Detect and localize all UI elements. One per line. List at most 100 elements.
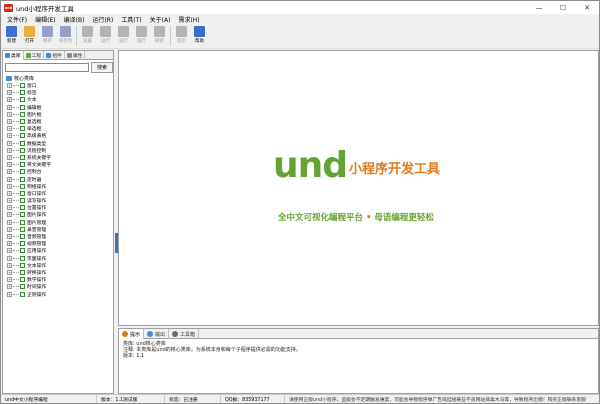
tree-item[interactable]: + 高级表格 [3,132,113,139]
tree-item[interactable]: + 读写操作 [3,197,113,204]
tree-item[interactable]: + 窗口操作 [3,190,113,197]
menu-build[interactable]: 编译(B) [60,15,89,24]
expand-toggle-icon[interactable]: + [7,226,12,232]
expand-toggle-icon[interactable]: + [7,90,12,96]
tree-item[interactable]: + 视频管理 [3,240,113,247]
expand-toggle-icon[interactable]: + [7,269,12,275]
tree-item[interactable]: + 页面操作 [3,255,113,262]
tree-item[interactable]: + 音频管理 [3,233,113,240]
left-panel-tabs: 类库 工程 组件 属性 [3,51,113,60]
tree-item[interactable]: + 窗口 [3,82,113,89]
expand-toggle-icon[interactable]: + [7,248,12,254]
tree-item[interactable]: + 图片框 [3,111,113,118]
expand-toggle-icon[interactable]: + [7,183,12,189]
toolbar-button[interactable]: 新建 [4,25,19,47]
tree-item[interactable]: + 转换操作 [3,269,113,276]
toolbar-button[interactable]: 刷新 [152,25,167,47]
expand-toggle-icon[interactable]: + [7,140,12,146]
tree-item[interactable]: + 标签 [3,89,113,96]
search-button[interactable]: 搜索 [91,62,113,73]
menu-about[interactable]: 关于(A) [146,15,175,24]
tree-item[interactable]: + 录音管理 [3,226,113,233]
tree-item[interactable]: + 控制台 [3,168,113,175]
toolbar-button[interactable]: 保存 [40,25,55,47]
tree-item[interactable]: + 图片操作 [3,211,113,218]
tree-item[interactable]: + 单选框 [3,125,113,132]
tree-item[interactable]: + 文本操作 [3,262,113,269]
minimize-button[interactable]: — [527,1,551,14]
expand-toggle-icon[interactable]: + [7,83,12,89]
expand-toggle-icon[interactable]: + [7,126,12,132]
expand-toggle-icon[interactable]: + [7,104,12,110]
toolbar-button[interactable]: 运行 [98,25,113,47]
tree-item[interactable]: + 英文关键字 [3,161,113,168]
toolbar-button[interactable]: 运行 [134,25,149,47]
library-tree: 核心类库 + 窗口 + 标签 + 文本 + 编辑框 + 图片框 + 复选框 + 单选框 + 高级表格 + 数据类型… [3,75,113,298]
tree-item[interactable]: + 编辑框 [3,104,113,111]
expand-toggle-icon[interactable]: + [7,147,12,153]
tree-root[interactable]: 核心类库 [3,75,113,82]
left-tab[interactable]: 类库 [3,51,24,60]
expand-toggle-icon[interactable]: + [7,198,12,204]
tree-item[interactable]: + 网络操作 [3,183,113,190]
bottom-tab[interactable]: 提示 [119,329,145,339]
expand-toggle-icon[interactable]: + [7,291,12,297]
left-tab[interactable]: 组件 [44,51,65,60]
tree-item[interactable]: + 应用操作 [3,247,113,254]
maximize-button[interactable]: ☐ [551,1,575,14]
tree-item[interactable]: + 图片管理 [3,219,113,226]
tree-item[interactable]: + 数学操作 [3,276,113,283]
expand-toggle-icon[interactable]: + [7,176,12,182]
expand-toggle-icon[interactable]: + [7,97,12,103]
expand-toggle-icon[interactable]: + [7,169,12,175]
tree-item[interactable]: + 正则操作 [3,290,113,298]
bottom-tab[interactable]: 输出 [144,329,170,339]
tree-connector [13,128,19,130]
toolbar-button[interactable]: 另存为 [58,25,73,47]
tree-item[interactable]: + 时间操作 [3,283,113,290]
toolbar-button[interactable]: 打开 [22,25,37,47]
search-input[interactable] [5,63,89,72]
tree-item[interactable]: + 定时器 [3,175,113,183]
expand-toggle-icon[interactable]: + [7,212,12,218]
expand-toggle-icon[interactable]: + [7,162,12,168]
toolbar-button[interactable]: 帮助 [192,25,207,47]
expand-toggle-icon[interactable]: + [7,119,12,125]
expand-toggle-icon[interactable]: + [7,219,12,225]
expand-toggle-icon[interactable]: + [7,262,12,268]
class-icon [20,284,25,290]
bottom-tab[interactable]: 工具箱 [169,329,200,339]
tree-item[interactable]: + 流程控制 [3,147,113,154]
expand-toggle-icon[interactable]: + [7,111,12,117]
toolbar-separator [76,26,77,46]
toolbar-button[interactable]: 运行 [116,25,131,47]
menu-file[interactable]: 文件(F) [3,15,31,24]
expand-toggle-icon[interactable]: + [7,284,12,290]
toolbar-button[interactable]: 设置 [80,25,95,47]
tree-item[interactable]: + 系统关键字 [3,154,113,161]
tree-item[interactable]: + 位置操作 [3,204,113,211]
class-icon [20,234,25,240]
tree-item[interactable]: + 数据类型 [3,140,113,147]
menu-tools[interactable]: 工具(T) [117,15,145,24]
tree-item[interactable]: + 复选框 [3,118,113,125]
left-tab[interactable]: 工程 [24,51,45,60]
tree-item[interactable]: + 文本 [3,96,113,103]
expand-toggle-icon[interactable]: + [7,190,12,196]
expand-toggle-icon[interactable]: + [7,133,12,139]
expand-toggle-icon[interactable]: + [7,205,12,211]
close-button[interactable]: ✕ [575,1,599,14]
expand-toggle-icon[interactable]: + [7,241,12,247]
expand-toggle-icon[interactable]: + [7,154,12,160]
expand-toggle-icon[interactable]: + [7,234,12,240]
menu-edit[interactable]: 编辑(E) [31,15,59,24]
class-icon [20,154,25,160]
expand-toggle-icon[interactable]: + [7,255,12,261]
menu-demand[interactable]: 需求(H) [174,15,203,24]
logo-word: und [273,145,348,186]
tree-item-label: 流程控制 [27,148,47,154]
expand-toggle-icon[interactable]: + [7,277,12,283]
toolbar-button[interactable]: 首页 [174,25,189,47]
left-tab[interactable]: 属性 [65,51,86,60]
menu-run[interactable]: 运行(R) [88,15,117,24]
